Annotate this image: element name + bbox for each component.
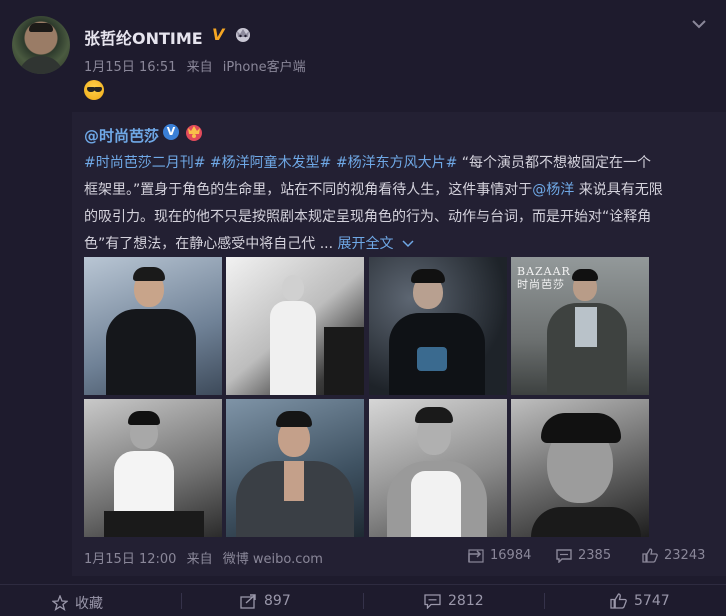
forward-count: 897 (264, 593, 291, 609)
favorite-label: 收藏 (75, 596, 103, 612)
photo-thumbnail[interactable] (511, 399, 649, 537)
comment-icon (556, 548, 572, 563)
photo-thumbnail[interactable] (84, 257, 222, 395)
avatar-shirt (18, 56, 64, 74)
username[interactable]: 张哲纶ONTIME (84, 25, 203, 49)
divider (363, 593, 364, 609)
member-crown-icon (236, 28, 250, 42)
thumbs-up-icon (642, 548, 658, 563)
chevron-down-icon[interactable] (691, 18, 707, 30)
repost-meta: 1月15日 12:00 来自 微博 weibo.com (84, 548, 329, 567)
vip-badge-icon (186, 125, 202, 141)
photo-thumbnail[interactable] (369, 399, 507, 537)
repost-text: #时尚芭莎二月刊# #杨洋阿童木发型# #杨洋东方风大片# “每个演员都不想被固… (84, 150, 664, 258)
repost-source[interactable]: 微博 weibo.com (223, 552, 323, 567)
forward-icon (240, 593, 256, 609)
photo-grid: BAZAAR 时尚芭莎 (84, 257, 650, 537)
post-source[interactable]: iPhone客户端 (223, 60, 306, 75)
comment-button[interactable]: 2812 (424, 593, 484, 609)
repost-date[interactable]: 1月15日 12:00 (84, 552, 176, 567)
photo-thumbnail[interactable] (226, 257, 364, 395)
repost-source-prefix: 来自 (186, 552, 213, 567)
comment-count: 2812 (448, 593, 484, 609)
avatar-hair (29, 23, 53, 32)
repost-comment-button[interactable]: 2385 (556, 548, 611, 563)
forward-icon (468, 548, 484, 563)
like-count: 5747 (634, 593, 670, 609)
expand-full-text-link[interactable]: 展开全文 (338, 236, 394, 252)
photo-thumbnail[interactable] (369, 257, 507, 395)
favorite-button[interactable]: 收藏 (52, 593, 103, 613)
repost-forward-button[interactable]: 16984 (468, 548, 531, 563)
blue-verified-icon: V (163, 124, 179, 140)
photo-thumbnail[interactable] (226, 399, 364, 537)
comment-icon (424, 593, 441, 609)
avatar[interactable] (12, 16, 70, 74)
mention-link[interactable]: @杨洋 (532, 182, 574, 198)
repost-author[interactable]: @时尚芭莎 (84, 125, 159, 146)
post-meta: 1月15日 16:51 来自 iPhone客户端 (84, 56, 312, 75)
hashtag-link[interactable]: #时尚芭莎二月刊# (84, 155, 205, 171)
star-icon (52, 595, 68, 611)
divider (181, 593, 182, 609)
action-bar: 收藏 897 2812 5747 (0, 584, 726, 616)
cool-face-emoji-icon (84, 80, 104, 100)
hashtag-link[interactable]: #杨洋阿童木发型# (210, 155, 331, 171)
forward-button[interactable]: 897 (240, 593, 291, 609)
verified-badge: V (212, 25, 225, 44)
photo-thumbnail[interactable] (84, 399, 222, 537)
thumbs-up-icon (610, 593, 627, 609)
weibo-post-card: 张哲纶ONTIME V 1月15日 16:51 来自 iPhone客户端 @时尚… (0, 0, 726, 616)
hashtag-link[interactable]: #杨洋东方风大片# (336, 155, 457, 171)
repost-like-count: 23243 (664, 548, 706, 563)
repost-comment-count: 2385 (578, 548, 612, 563)
post-source-prefix: 来自 (186, 60, 213, 75)
divider (544, 593, 545, 609)
magazine-logo: BAZAAR 时尚芭莎 (517, 265, 571, 291)
photo-thumbnail[interactable]: BAZAAR 时尚芭莎 (511, 257, 649, 395)
post-date[interactable]: 1月15日 16:51 (84, 60, 176, 75)
repost-forward-count: 16984 (490, 548, 532, 563)
like-button[interactable]: 5747 (610, 593, 670, 609)
expand-chevron-icon[interactable] (402, 240, 414, 248)
repost-like-button[interactable]: 23243 (642, 548, 705, 563)
